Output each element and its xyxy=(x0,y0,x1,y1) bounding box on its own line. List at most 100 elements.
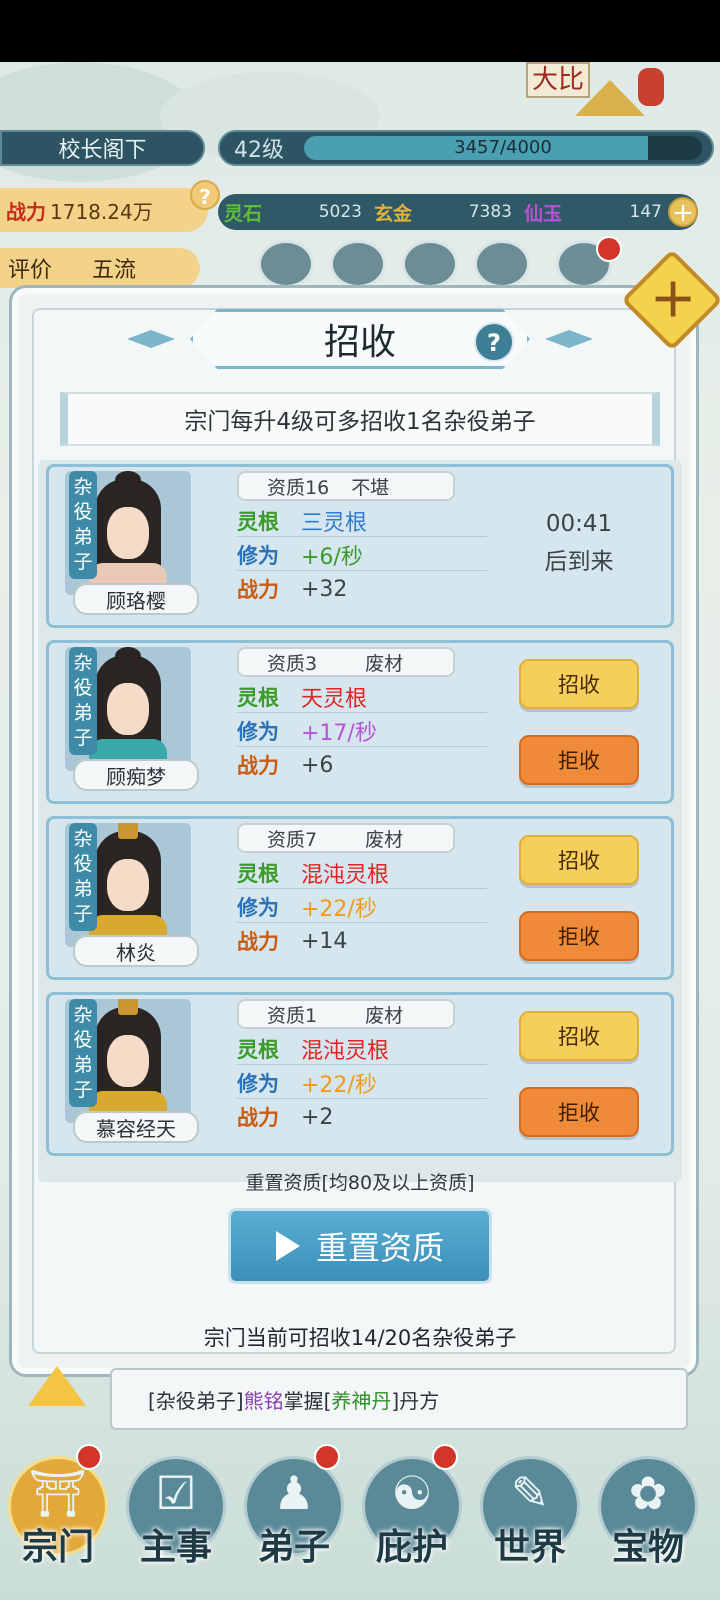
cultivation-row: 修为 +22/秒 xyxy=(237,1067,487,1099)
root-row: 灵根 混沌灵根 xyxy=(237,857,487,889)
aptitude-box: 资质7 废材 xyxy=(237,823,455,853)
nav-label: 主事 xyxy=(139,1526,212,1568)
mail-icon[interactable] xyxy=(474,240,530,288)
resource-spirit-stone: 灵石 5023 xyxy=(218,199,368,226)
nav-protection[interactable]: ☯ 庇护 xyxy=(356,1456,468,1576)
aptitude-value: 资质7 xyxy=(267,828,318,851)
root-label: 灵根 xyxy=(237,508,279,534)
cultivation-label: 修为 xyxy=(237,894,279,920)
message-verb: 掌握[ xyxy=(283,1388,332,1413)
cultivation-label: 修为 xyxy=(237,1070,279,1096)
cultivation-value: +6/秒 xyxy=(301,544,363,570)
scroll-icon: ✎ xyxy=(510,1466,550,1520)
level-label: 42级 xyxy=(234,138,284,163)
power-row: 战力 +2 xyxy=(237,1101,487,1133)
nav-treasures[interactable]: ✿ 宝物 xyxy=(592,1456,704,1576)
candidate-card: 杂役弟子 林炎 资质7 废材 灵根 混沌灵根 修为 +22/秒 战力 +14 招… xyxy=(46,816,674,980)
bottom-nav: ⛩ 宗门 ☑ 主事 ♟ 弟子 ☯ 庇护 ✎ 世界 ✿ 宝物 xyxy=(0,1436,720,1600)
nav-label: 宝物 xyxy=(611,1526,684,1568)
power-help-icon[interactable]: ? xyxy=(190,180,220,210)
add-resource-button[interactable]: + xyxy=(668,197,698,227)
resource-label: 灵石 xyxy=(224,202,263,225)
notification-dot xyxy=(596,236,622,262)
recruit-notice: 宗门每升4级可多招收1名杂役弟子 xyxy=(60,392,660,446)
nav-label: 世界 xyxy=(493,1526,566,1568)
aptitude-value: 资质16 xyxy=(267,476,330,499)
cultivation-row: 修为 +6/秒 xyxy=(237,539,487,571)
event-message[interactable]: [杂役弟子] 熊铭 掌握[ 养神丹 ]丹方 xyxy=(110,1368,688,1430)
cultivation-value: +22/秒 xyxy=(301,896,377,922)
treasure-bag-icon: ✿ xyxy=(628,1466,668,1520)
power-value: 1718.24万 xyxy=(50,199,153,224)
reject-button[interactable]: 拒收 xyxy=(519,1087,639,1137)
sect-rating[interactable]: 评价 五流 xyxy=(0,248,200,288)
nav-disciples[interactable]: ♟ 弟子 xyxy=(238,1456,350,1576)
cultivation-value: +17/秒 xyxy=(301,720,377,746)
exp-text: 3457/4000 xyxy=(454,137,552,158)
level-bar: 42级 3457/4000 xyxy=(218,130,714,166)
accept-button[interactable]: 招收 xyxy=(519,659,639,709)
message-person: 熊铭 xyxy=(243,1388,284,1413)
candidate-card: 杂役弟子 顾珞樱 资质16 不堪 灵根 三灵根 修为 +6/秒 战力 +32 0… xyxy=(46,464,674,628)
nav-sect[interactable]: ⛩ 宗门 xyxy=(2,1456,114,1576)
candidate-list[interactable]: 杂役弟子 顾珞樱 资质16 不堪 灵根 三灵根 修为 +6/秒 战力 +32 0… xyxy=(38,460,682,1182)
resource-value: 5023 xyxy=(318,202,362,222)
portrait-crown xyxy=(118,999,138,1015)
role-tag: 杂役弟子 xyxy=(69,647,97,755)
root-value: 三灵根 xyxy=(301,510,368,536)
candidate-card: 杂役弟子 慕容经天 资质1 废材 灵根 混沌灵根 修为 +22/秒 战力 +2 … xyxy=(46,992,674,1156)
aptitude-box: 资质3 废材 xyxy=(237,647,455,677)
timer-suffix: 后到来 xyxy=(544,549,614,575)
play-icon xyxy=(275,1231,300,1261)
candidate-card: 杂役弟子 顾痴梦 资质3 废材 灵根 天灵根 修为 +17/秒 战力 +6 招收… xyxy=(46,640,674,804)
candidate-name: 慕容经天 xyxy=(73,1111,199,1143)
checklist-icon: ☑ xyxy=(155,1466,197,1520)
recruit-quota: 宗门当前可招收14/20名杂役弟子 xyxy=(203,1326,517,1350)
player-name[interactable]: 校长阁下 xyxy=(0,130,205,166)
settings-icon[interactable] xyxy=(258,240,314,288)
aptitude-grade: 废材 xyxy=(365,828,404,851)
power-label: 战力 xyxy=(237,753,279,778)
notice-icon[interactable] xyxy=(402,240,458,288)
help-button[interactable]: ? xyxy=(474,322,514,362)
reject-button[interactable]: 拒收 xyxy=(519,735,639,785)
portrait-face xyxy=(107,683,149,735)
message-suffix: ]丹方 xyxy=(391,1388,440,1413)
chat-icon[interactable] xyxy=(330,240,386,288)
portrait-bun xyxy=(115,647,141,665)
sect-icon: ⛩ xyxy=(28,1466,88,1520)
arena-signboard[interactable]: 大比 xyxy=(526,62,591,98)
nav-label: 弟子 xyxy=(257,1526,330,1568)
reset-aptitude-button[interactable]: 重置资质 xyxy=(228,1208,492,1284)
disciple-icon: ♟ xyxy=(273,1466,315,1520)
resource-mystic-gold: 玄金 7383 xyxy=(368,199,518,226)
power-label: 战力 xyxy=(237,577,279,602)
power-value: +6 xyxy=(301,752,334,778)
notification-dot xyxy=(76,1444,102,1470)
role-tag: 杂役弟子 xyxy=(69,999,97,1107)
timer-countdown: 00:41 xyxy=(545,511,613,537)
portrait-crown xyxy=(118,823,138,839)
power-label: 战力 xyxy=(237,1105,279,1130)
candidate-name: 顾珞樱 xyxy=(73,583,199,615)
portrait-face xyxy=(107,507,149,559)
accept-button[interactable]: 招收 xyxy=(519,1011,639,1061)
nav-world[interactable]: ✎ 世界 xyxy=(474,1456,586,1576)
cultivation-label: 修为 xyxy=(237,542,279,568)
power-panel: 战力 1718.24万 xyxy=(0,188,208,232)
dragon-icon: ☯ xyxy=(391,1466,433,1520)
resource-value: 7383 xyxy=(468,202,512,222)
aptitude-grade: 不堪 xyxy=(351,476,390,499)
root-row: 灵根 混沌灵根 xyxy=(237,1033,487,1065)
root-label: 灵根 xyxy=(237,1036,279,1062)
power-row: 战力 +32 xyxy=(237,573,487,605)
accept-button[interactable]: 招收 xyxy=(519,835,639,885)
reset-note: 重置资质[均80及以上资质] xyxy=(245,1172,475,1194)
reject-button[interactable]: 拒收 xyxy=(519,911,639,961)
arrival-timer: 00:41 后到来 xyxy=(519,505,639,581)
root-row: 灵根 天灵根 xyxy=(237,681,487,713)
role-tag: 杂役弟子 xyxy=(69,471,97,579)
nav-affairs[interactable]: ☑ 主事 xyxy=(120,1456,232,1576)
candidate-name: 林炎 xyxy=(73,935,199,967)
power-label: 战力 xyxy=(6,199,46,224)
